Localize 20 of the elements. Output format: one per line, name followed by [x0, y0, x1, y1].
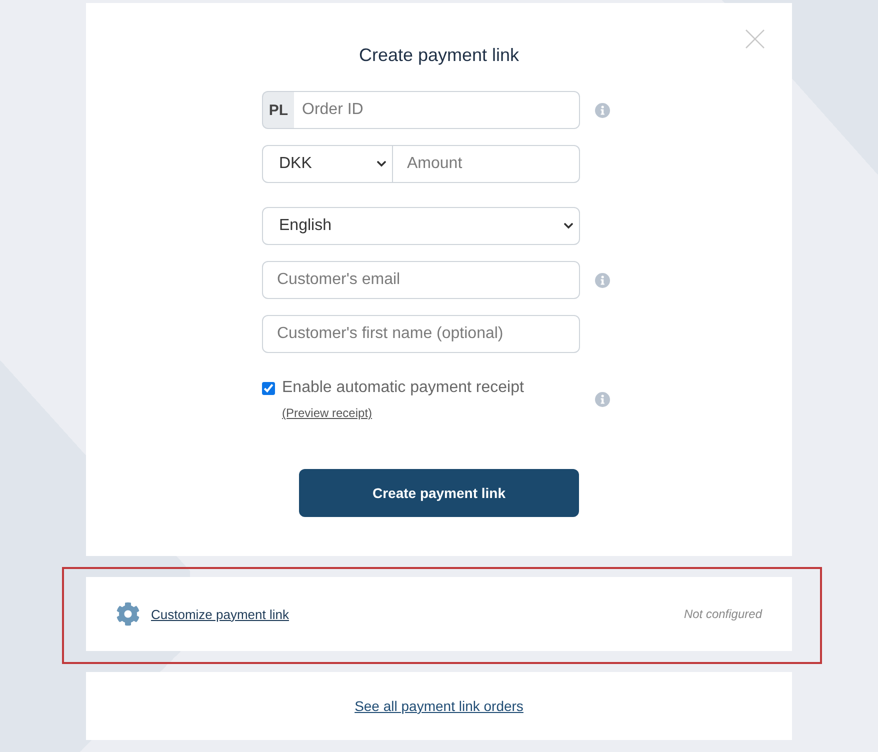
status-text: Not configured	[684, 607, 762, 621]
create-link-button[interactable]: Create payment link	[299, 469, 579, 517]
input-field[interactable]: Customer's email	[262, 261, 580, 299]
input-field[interactable]: Customer's first name (optional)	[262, 315, 580, 353]
chevron-down-icon	[377, 161, 386, 167]
close-icon[interactable]	[745, 29, 765, 49]
info-icon[interactable]	[595, 102, 610, 118]
info-icon[interactable]	[595, 392, 610, 406]
gear-icon	[116, 602, 140, 626]
currency-select[interactable]: DKK	[262, 145, 393, 183]
info-icon[interactable]	[595, 272, 610, 288]
receipt-checkbox[interactable]	[262, 382, 275, 394]
orders-link[interactable]: See all payment link orders	[354, 698, 524, 714]
receipt-label: Enable automatic payment receipt	[282, 379, 524, 397]
customize-link[interactable]: Customize payment link	[151, 606, 289, 622]
amount-field[interactable]: Amount	[393, 145, 580, 183]
chevron-down-icon	[564, 223, 573, 229]
preview-receipt-link[interactable]: (Preview receipt)	[282, 405, 372, 421]
dialog-title: Create payment link	[358, 44, 520, 67]
language-select[interactable]: English	[262, 207, 580, 245]
